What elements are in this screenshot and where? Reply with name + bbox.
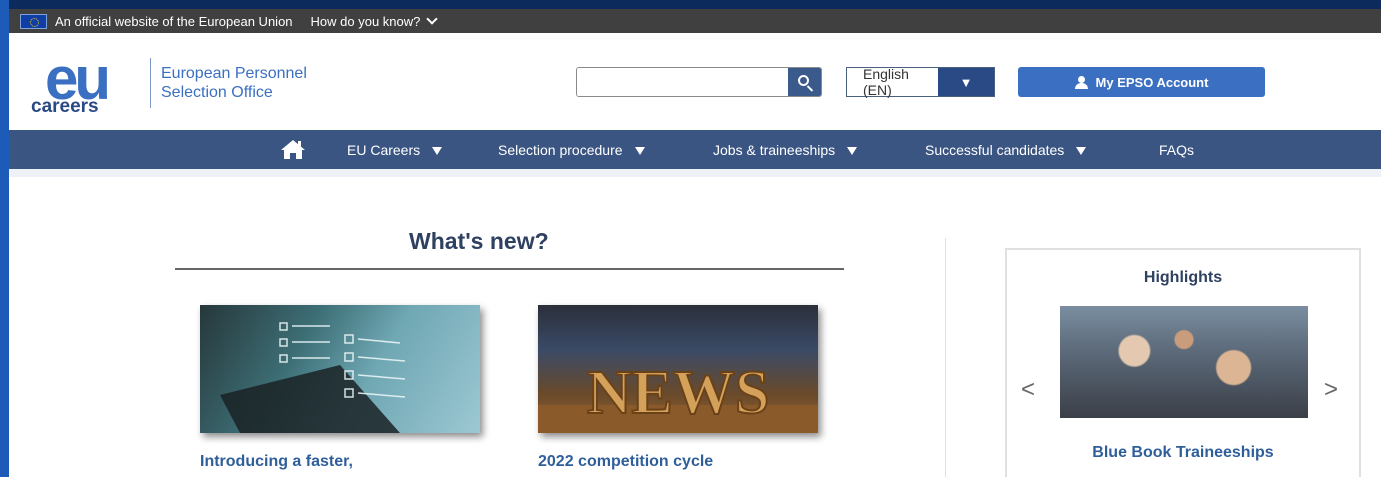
checklist-illustration — [220, 322, 406, 433]
nav-item-selection-procedure[interactable]: Selection procedure — [498, 130, 645, 169]
nav-label: Selection procedure — [498, 141, 623, 158]
caret-down-icon — [1076, 146, 1087, 155]
highlight-audience-image[interactable] — [1060, 306, 1308, 418]
eu-official-text: An official website of the European Unio… — [55, 13, 293, 29]
page: An official website of the European Unio… — [9, 0, 1381, 477]
news-image[interactable]: NEWS — [538, 305, 818, 433]
eu-careers-logo[interactable]: eu careers — [31, 45, 151, 118]
search-button[interactable] — [788, 68, 821, 96]
card-title-link[interactable]: Introducing a faster, — [200, 453, 353, 471]
card-title-link[interactable]: 2022 competition cycle — [538, 453, 713, 471]
nav-shadow-strip — [9, 169, 1381, 177]
logo-careers-text: careers — [31, 96, 99, 117]
logo-divider — [150, 58, 151, 108]
caret-down-icon — [634, 146, 645, 155]
org-name-line2: Selection Office — [161, 84, 273, 101]
whats-new-divider — [175, 268, 844, 270]
main-nav: EU Careers Selection procedure Jobs & tr… — [9, 130, 1381, 169]
nav-item-successful-candidates[interactable]: Successful candidates — [925, 130, 1087, 169]
caret-down-icon — [847, 146, 858, 155]
nav-label: Successful candidates — [925, 141, 1065, 158]
nav-label: EU Careers — [347, 141, 421, 158]
highlights-title: Highlights — [1143, 269, 1223, 286]
highlight-caption-link[interactable]: Blue Book Traineeships — [1007, 444, 1359, 462]
caret-down-icon — [432, 146, 443, 155]
org-name-line1: European Personnel — [161, 65, 307, 82]
news-letters-illustration: NEWS — [538, 358, 818, 433]
how-do-you-know-toggle[interactable]: How do you know? — [310, 13, 439, 29]
caret-down-icon: ▼ — [938, 68, 994, 96]
search-box — [576, 67, 822, 97]
whats-new-title: What's new? — [409, 228, 549, 254]
nav-label: FAQs — [1159, 141, 1195, 158]
carousel-next-button[interactable]: > — [1324, 376, 1338, 404]
laptop-checklist-image[interactable] — [200, 305, 480, 433]
search-icon — [797, 75, 809, 86]
carousel-prev-button[interactable]: < — [1021, 376, 1035, 404]
account-label: My EPSO Account — [1095, 74, 1209, 90]
search-input[interactable] — [577, 68, 788, 96]
language-selector[interactable]: English (EN) ▼ — [846, 66, 995, 98]
my-epso-account-button[interactable]: My EPSO Account — [1018, 67, 1265, 97]
eu-official-bar: An official website of the European Unio… — [9, 9, 1381, 33]
news-image-text: NEWS — [587, 359, 770, 427]
nav-item-faqs[interactable]: FAQs — [1159, 130, 1194, 169]
org-name: European Personnel Selection Office — [161, 64, 307, 102]
home-icon[interactable] — [280, 138, 306, 160]
user-icon — [1074, 75, 1088, 89]
chevron-down-icon — [426, 13, 439, 25]
column-divider — [945, 238, 946, 477]
top-strip — [9, 0, 1381, 9]
nav-item-jobs-traineeships[interactable]: Jobs & traineeships — [713, 130, 858, 169]
nav-label: Jobs & traineeships — [713, 141, 836, 158]
highlights-panel: Highlights < > Blue Book Traineeships — [1005, 248, 1361, 477]
nav-item-eu-careers[interactable]: EU Careers — [347, 130, 443, 169]
how-do-you-know-label: How do you know? — [310, 13, 421, 29]
language-label: English (EN) — [863, 66, 909, 98]
eu-flag-icon — [20, 13, 47, 29]
